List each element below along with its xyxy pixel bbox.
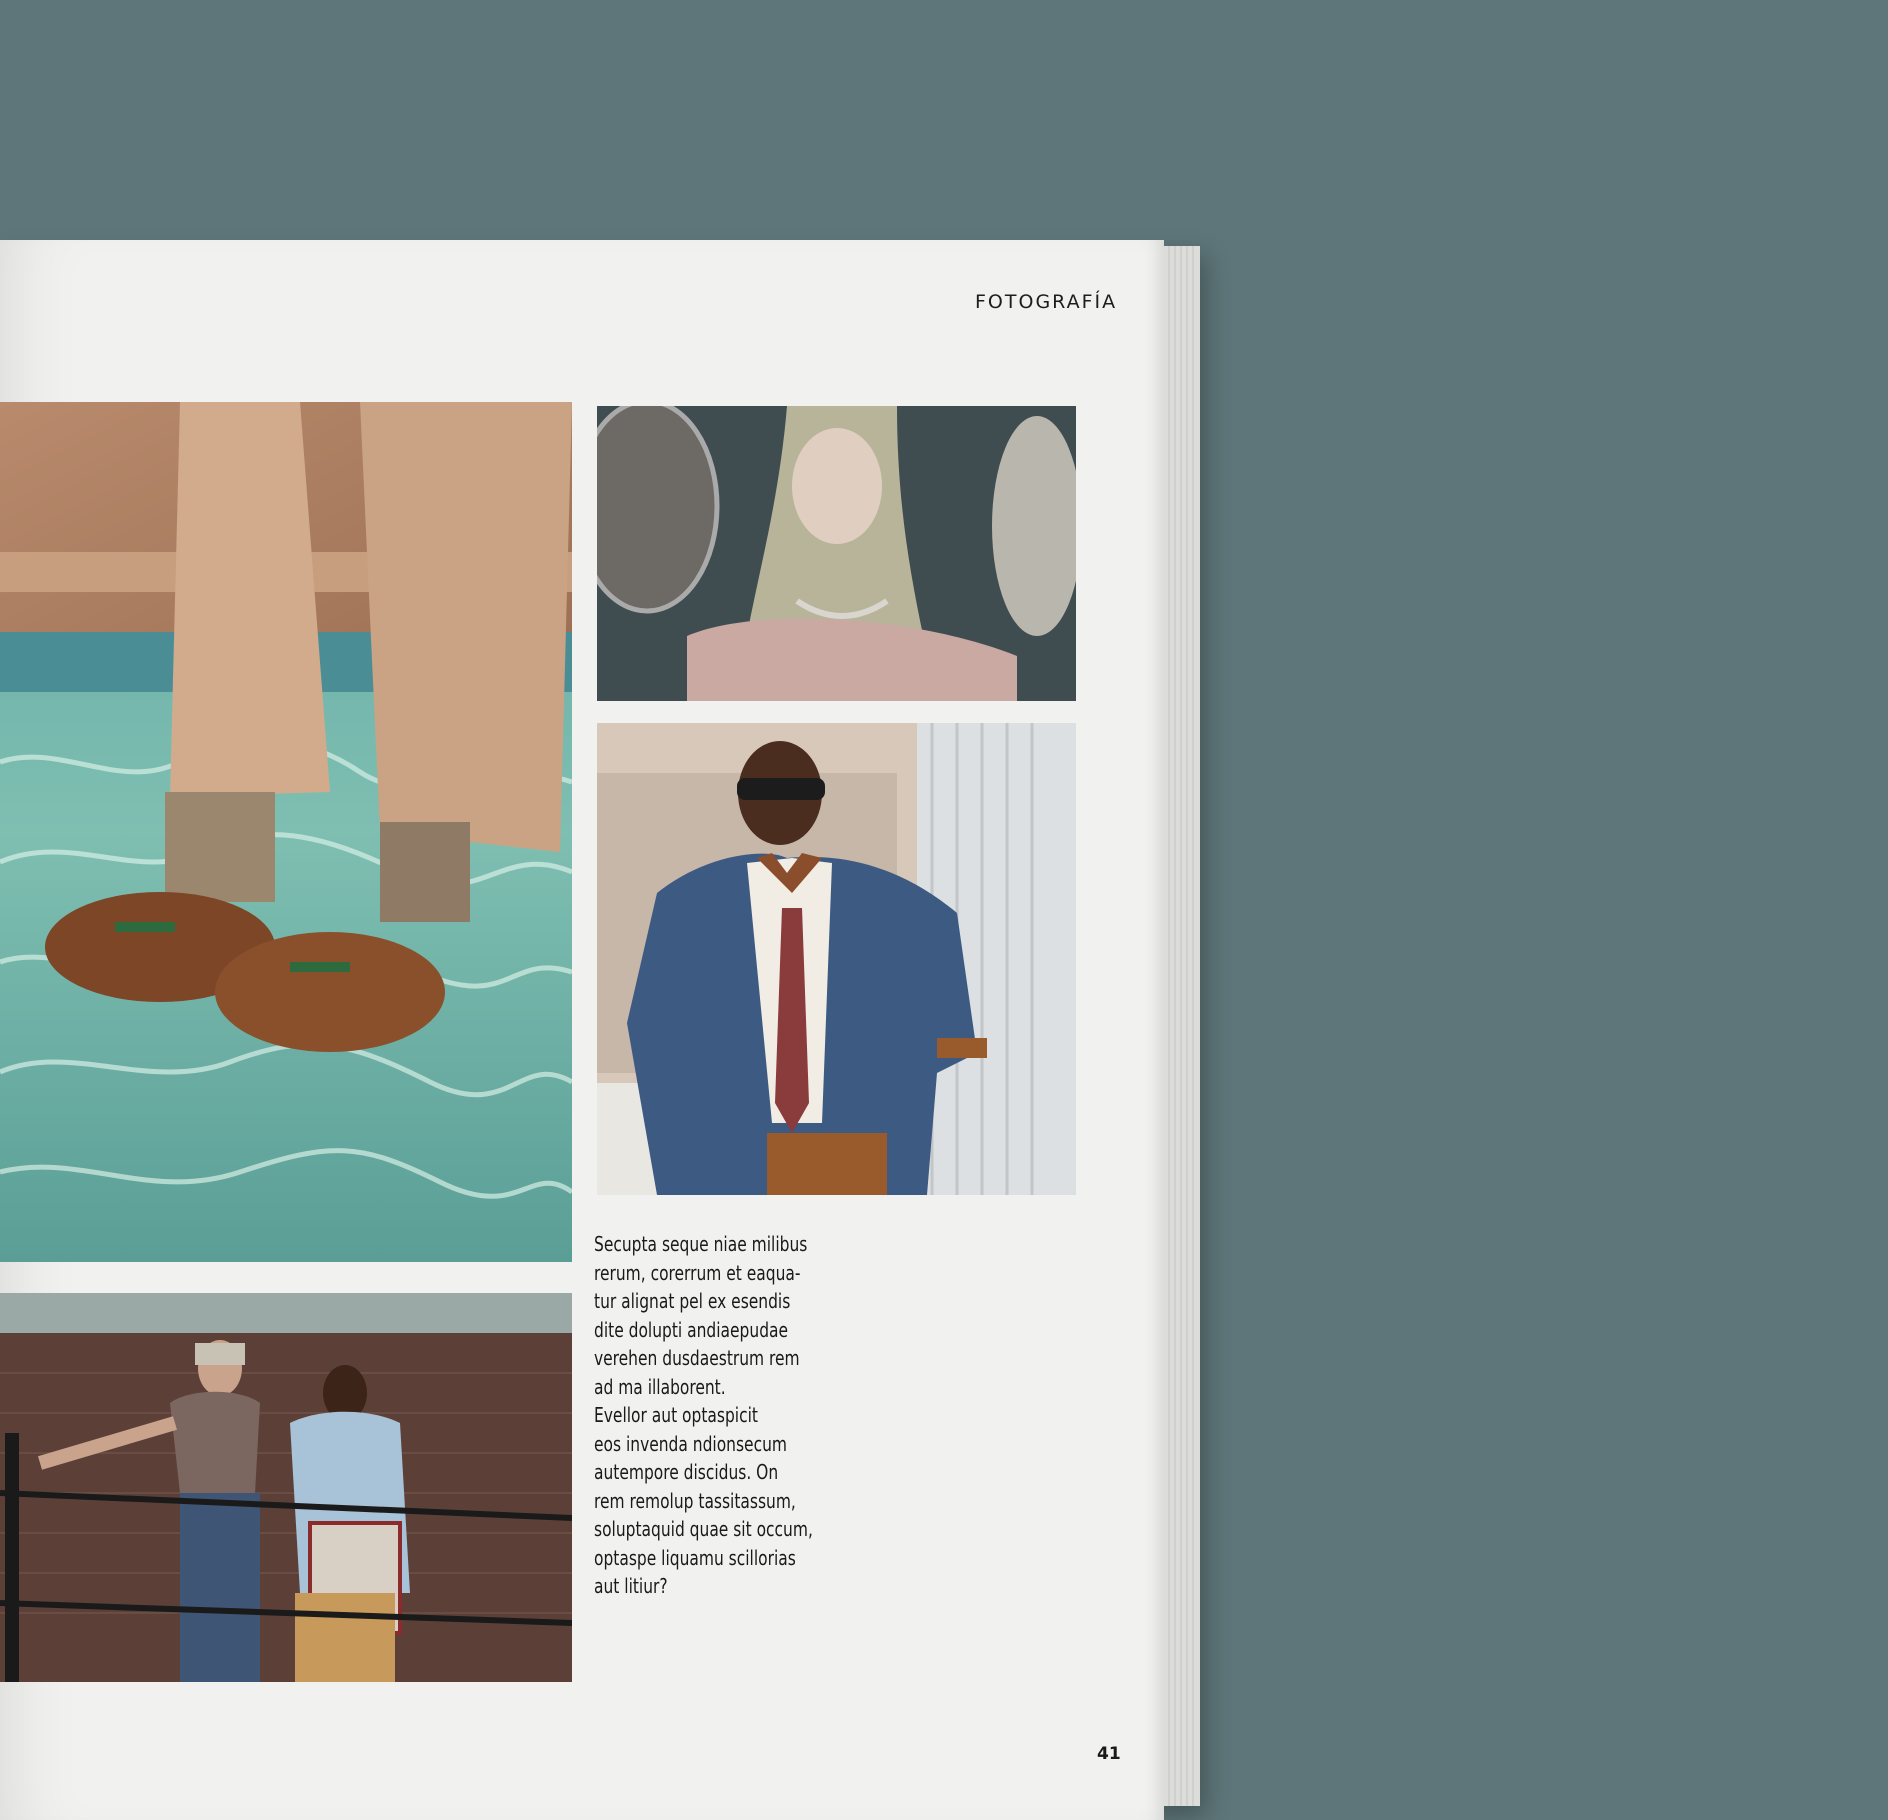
body-line: soluptaquid quae sit occum, bbox=[594, 1517, 813, 1541]
body-line: autempore discidus. On bbox=[594, 1460, 779, 1484]
body-line: Secupta seque niae milibus bbox=[594, 1232, 808, 1256]
body-line: rem remolup tassitassum, bbox=[594, 1488, 796, 1513]
body-text: Secupta seque niae milibus rerum, corerr… bbox=[594, 1230, 818, 1601]
photo-denim-jacket bbox=[597, 723, 1076, 1195]
body-line: dite dolupti andiaepudae bbox=[594, 1317, 789, 1342]
photo-rain-duo bbox=[0, 1293, 572, 1682]
photo-mirror-portrait bbox=[597, 406, 1076, 701]
body-line: rerum, corerrum et eaqua- bbox=[594, 1260, 801, 1285]
body-line: ad ma illaborent. bbox=[594, 1374, 726, 1399]
section-label: FOTOGRAFÍA bbox=[975, 291, 1118, 313]
body-line: aut litiur? bbox=[594, 1574, 668, 1598]
photo-loafers-pool bbox=[0, 402, 572, 1262]
page-number: 41 bbox=[1097, 1744, 1121, 1764]
body-line: Evellor aut optaspicit bbox=[594, 1403, 758, 1427]
body-line: eos invenda ndionsecum bbox=[594, 1431, 787, 1456]
body-line: optaspe liquamu scillorias bbox=[594, 1545, 796, 1570]
body-line: tur alignat pel ex esendis bbox=[594, 1289, 791, 1313]
body-line: verehen dusdaestrum rem bbox=[594, 1346, 800, 1370]
